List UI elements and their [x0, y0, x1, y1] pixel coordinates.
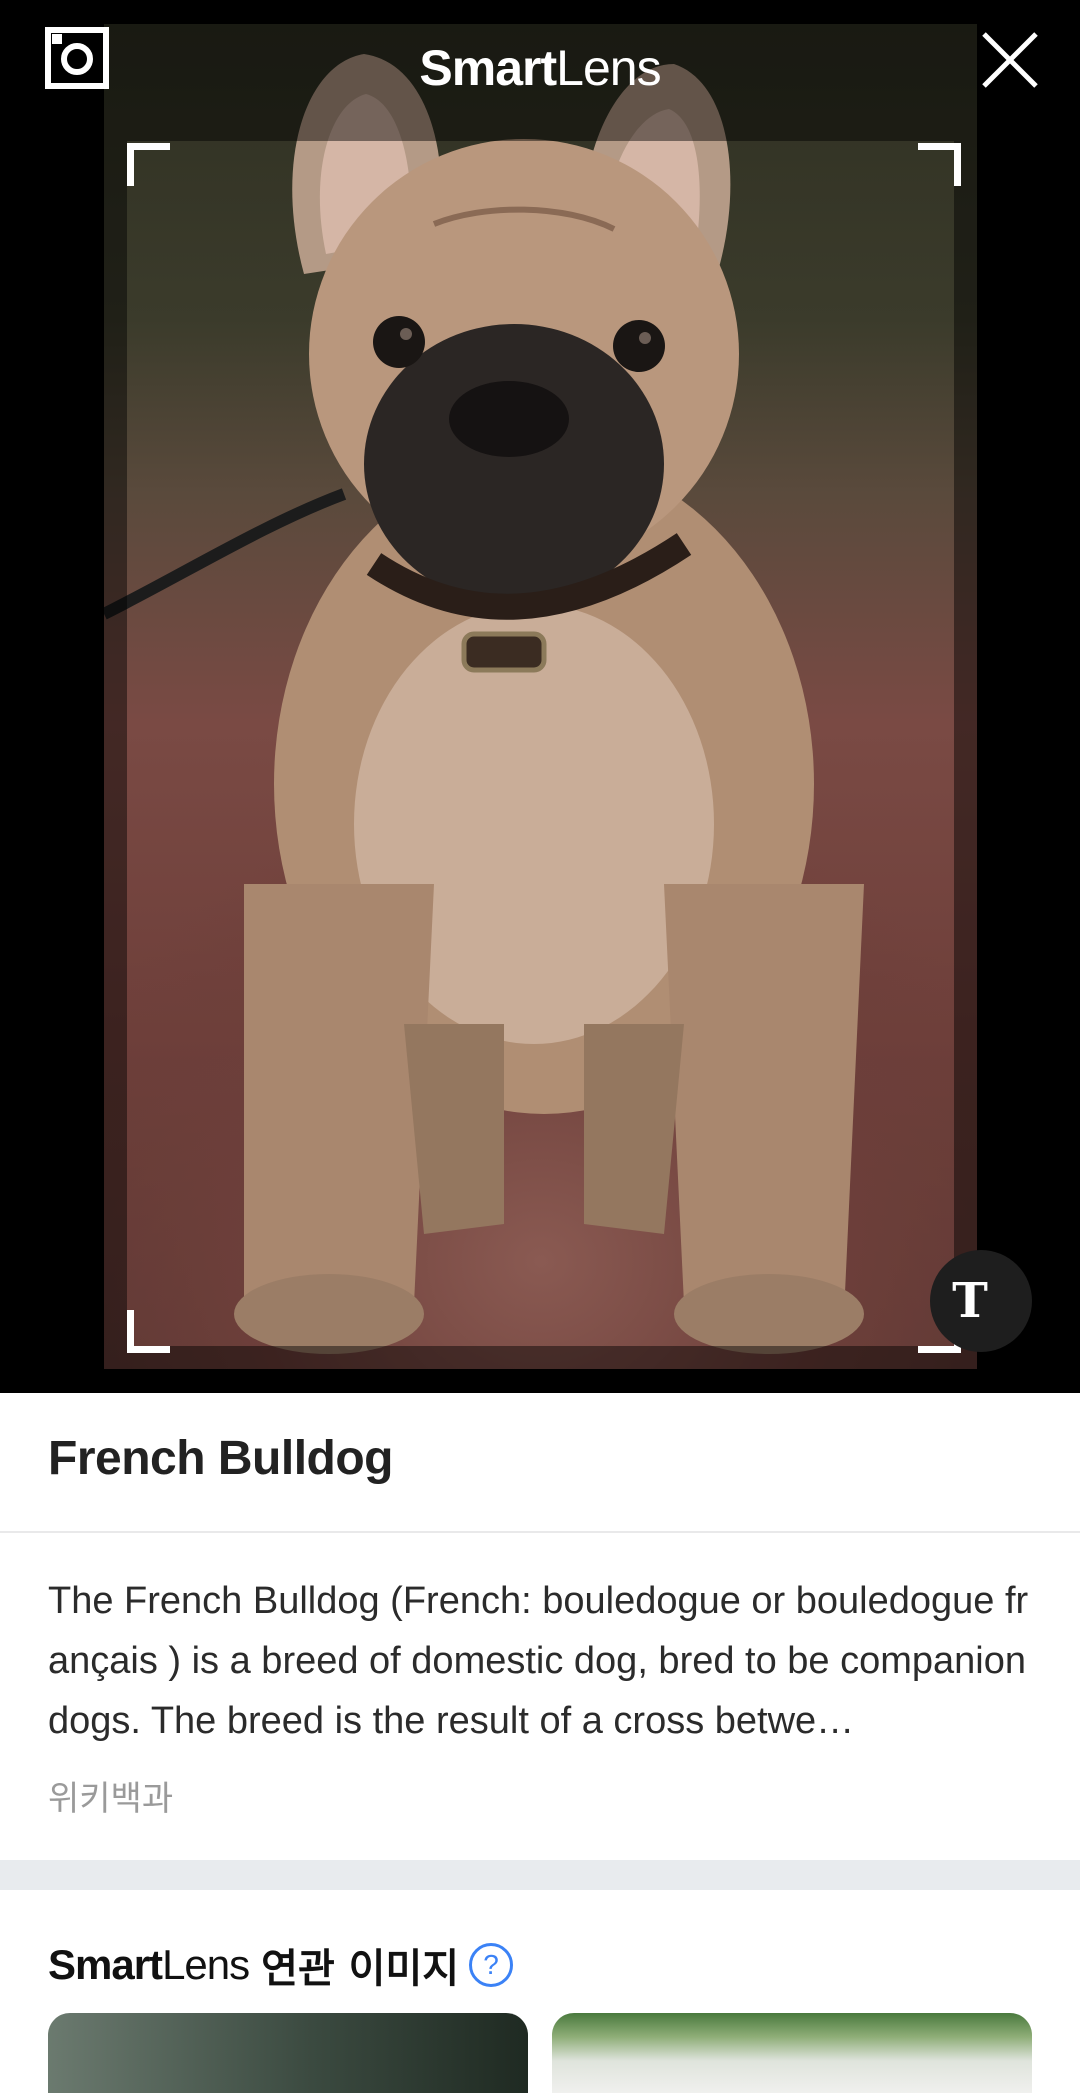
divider: [0, 1531, 1080, 1533]
related-image-thumbnail[interactable]: [552, 2013, 1032, 2093]
logo-regular-text: Lens: [556, 40, 661, 96]
overlay-dim-right: [954, 141, 977, 1369]
close-icon: [982, 32, 1038, 88]
text-recognition-button[interactable]: T: [930, 1250, 1032, 1352]
logo-bold-text: Smart: [419, 40, 557, 96]
related-logo-regular: Lens: [162, 1941, 250, 1988]
result-sheet: French Bulldog The French Bulldog (Frenc…: [0, 1393, 1080, 2093]
dog-photo: [104, 24, 977, 1369]
overlay-dim-bottom: [127, 1346, 954, 1369]
source-link[interactable]: 위키백과: [48, 1771, 173, 1820]
help-icon[interactable]: ?: [469, 1943, 514, 1987]
image-viewer: SmartLens T: [0, 0, 1080, 1393]
related-logo-bold: Smart: [48, 1941, 163, 1988]
result-description[interactable]: The French Bulldog (French: bouledogue o…: [48, 1571, 1038, 1751]
overlay-dim-left: [104, 141, 127, 1369]
french-bulldog-illustration: [104, 54, 864, 1354]
close-button[interactable]: [978, 28, 1042, 92]
text-recognition-icon: T: [952, 1273, 988, 1329]
related-images-header: SmartLens 연관 이미지 ?: [48, 1937, 514, 1993]
related-image-thumbnail[interactable]: [48, 2013, 528, 2093]
crop-handle-top-left[interactable]: [127, 143, 170, 186]
related-images-title: 연관 이미지: [261, 1946, 460, 1992]
crop-handle-bottom-left[interactable]: [127, 1310, 170, 1353]
smartlens-logo: SmartLens: [0, 38, 1080, 98]
section-separator: [0, 1860, 1080, 1890]
result-title: French Bulldog: [48, 1432, 393, 1485]
related-smartlens-logo: SmartLens: [48, 1941, 250, 1989]
crop-handle-top-right[interactable]: [918, 143, 961, 186]
